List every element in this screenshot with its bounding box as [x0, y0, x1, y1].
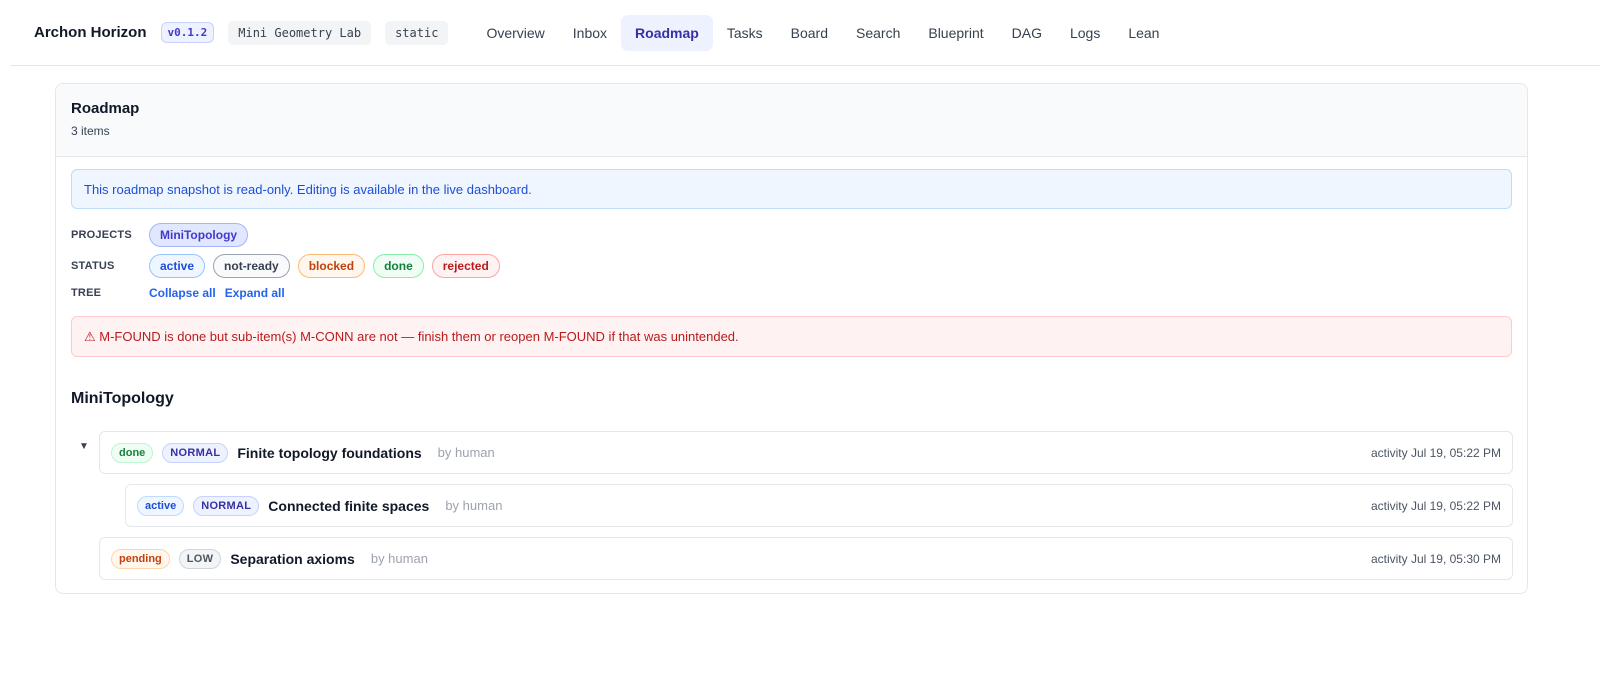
item-status-badge: done [111, 442, 154, 463]
tab-overview[interactable]: Overview [472, 15, 558, 51]
tab-search[interactable]: Search [842, 15, 914, 51]
status-filter-active[interactable]: active [149, 254, 206, 278]
tab-logs[interactable]: Logs [1056, 15, 1114, 51]
collapse-caret-icon[interactable]: ▼ [79, 441, 89, 452]
projects-filter-label: PROJECTS [71, 229, 132, 241]
tab-lean[interactable]: Lean [1114, 15, 1173, 51]
page-title: Roadmap [71, 100, 140, 117]
item-author: by human [370, 551, 428, 566]
project-filter-minitopology[interactable]: MiniTopology [149, 223, 249, 247]
tab-roadmap[interactable]: Roadmap [621, 14, 713, 51]
tab-blueprint[interactable]: Blueprint [914, 15, 997, 51]
roadmap-card: Roadmap 3 items This roadmap snapshot is… [55, 83, 1528, 594]
item-title[interactable]: Separation axioms [230, 551, 355, 567]
item-title[interactable]: Connected finite spaces [268, 498, 429, 514]
status-filter-not-ready[interactable]: not-ready [213, 254, 290, 278]
main-nav: Overview Inbox Roadmap Tasks Board Searc… [472, 14, 1173, 51]
item-author: by human [445, 498, 503, 513]
item-author: by human [437, 445, 495, 460]
roadmap-card-header: Roadmap 3 items [56, 84, 1527, 157]
status-filter-blocked[interactable]: blocked [297, 254, 366, 278]
workspace-chip: Mini Geometry Lab [228, 20, 372, 45]
item-count: 3 items [71, 124, 110, 138]
app-brand[interactable]: Archon Horizon [34, 24, 147, 41]
item-priority-badge: NORMAL [162, 442, 229, 463]
project-group-title: MiniTopology [71, 390, 174, 407]
tab-dag[interactable]: DAG [998, 15, 1056, 51]
expand-all-link[interactable]: Expand all [225, 286, 285, 300]
version-badge: v0.1.2 [160, 22, 215, 43]
roadmap-card-body: This roadmap snapshot is read-only. Edit… [56, 157, 1527, 408]
mode-chip: static [385, 20, 449, 45]
roadmap-item[interactable]: pending LOW Separation axioms by human a… [99, 537, 1513, 580]
roadmap-item[interactable]: done NORMAL Finite topology foundations … [99, 431, 1513, 474]
item-priority-badge: NORMAL [193, 495, 260, 516]
projects-filter-row: PROJECTS MiniTopology [71, 223, 1512, 247]
read-only-notice: This roadmap snapshot is read-only. Edit… [71, 169, 1512, 209]
item-priority-badge: LOW [178, 548, 222, 569]
tree-controls-row: TREE Collapse all Expand all [71, 286, 1512, 300]
item-status-badge: active [137, 495, 185, 516]
collapse-all-link[interactable]: Collapse all [149, 286, 216, 300]
tab-tasks[interactable]: Tasks [713, 15, 777, 51]
tab-board[interactable]: Board [777, 15, 842, 51]
item-title[interactable]: Finite topology foundations [237, 445, 421, 461]
item-activity: activity Jul 19, 05:30 PM [1370, 551, 1501, 566]
item-activity: activity Jul 19, 05:22 PM [1370, 498, 1501, 513]
consistency-warning: ⚠ M-FOUND is done but sub-item(s) M-CONN… [71, 316, 1512, 357]
item-status-badge: pending [111, 548, 170, 569]
top-nav-bar: Archon Horizon v0.1.2 Mini Geometry Lab … [10, 0, 1600, 66]
status-filter-row: STATUS active not-ready blocked done rej… [71, 254, 1512, 278]
status-filter-done[interactable]: done [373, 254, 424, 278]
status-filter-label: STATUS [71, 260, 115, 272]
tab-inbox[interactable]: Inbox [559, 15, 621, 51]
item-activity: activity Jul 19, 05:22 PM [1370, 445, 1501, 460]
status-filter-rejected[interactable]: rejected [431, 254, 500, 278]
tree-label: TREE [71, 287, 102, 299]
roadmap-item[interactable]: active NORMAL Connected finite spaces by… [125, 484, 1513, 527]
